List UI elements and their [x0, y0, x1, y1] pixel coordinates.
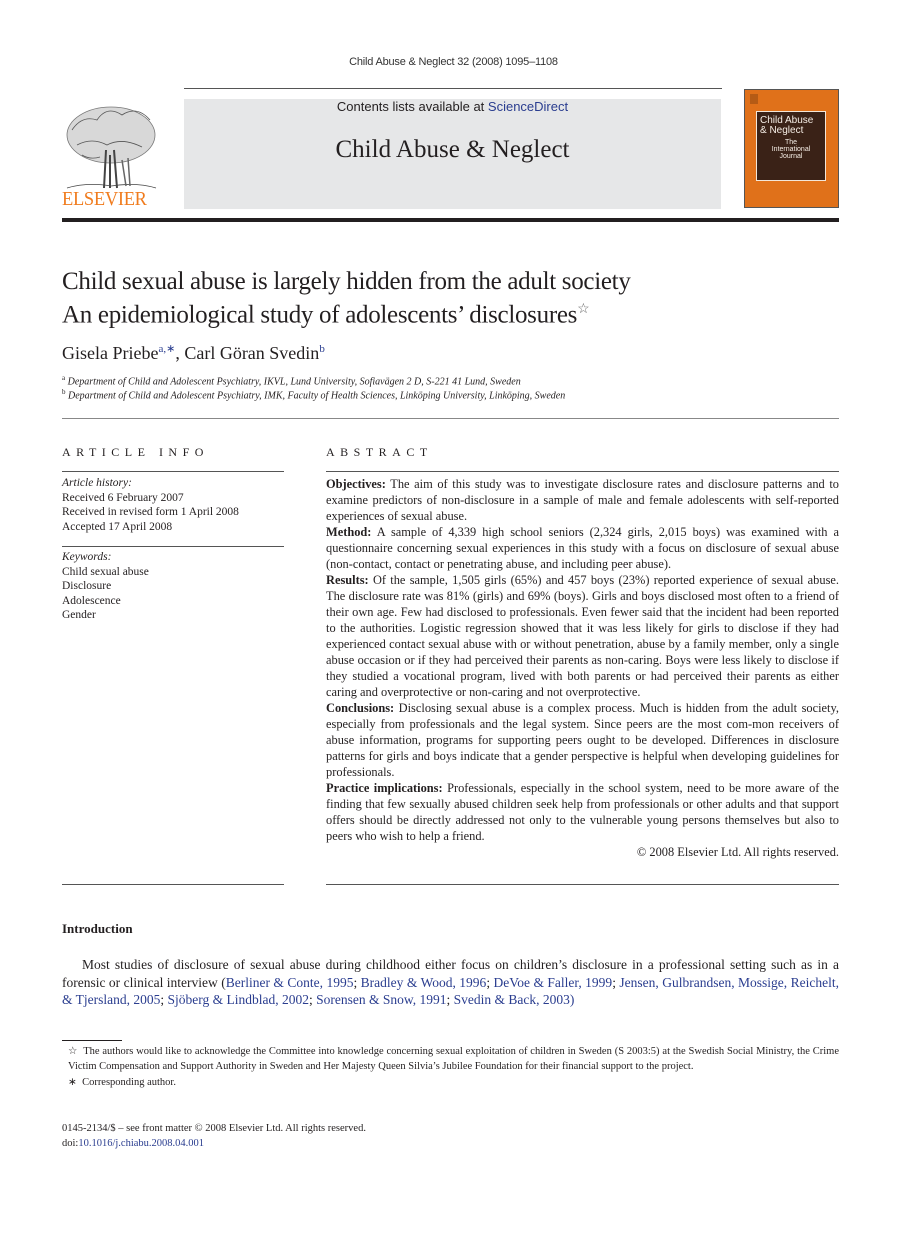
history-accepted: Accepted 17 April 2008 [62, 520, 173, 533]
abstract-method: Method: A sample of 4,339 high school se… [326, 524, 839, 572]
introduction-body: Most studies of disclosure of sexual abu… [62, 956, 839, 1009]
citation-link[interactable]: Bradley & Wood, 1996 [361, 975, 487, 990]
keyword-item: Adolescence [62, 594, 121, 607]
doi-link[interactable]: 10.1016/j.chiabu.2008.04.001 [78, 1138, 204, 1149]
affiliation-mark: b [62, 388, 66, 396]
citation-separator: ; [486, 974, 494, 990]
citation-link[interactable]: Svedin & Back, 2003 [454, 992, 570, 1007]
doi-prefix: doi: [62, 1137, 79, 1149]
abstract-section-label: Objectives: [326, 477, 386, 491]
abstract-section-text: Disclosing sexual abuse is a complex pro… [326, 701, 839, 779]
cover-subtitle-line2: International [771, 146, 811, 153]
abstract-section-label: Practice implications: [326, 781, 443, 795]
keywords-rule [62, 546, 284, 547]
article-info-rule [62, 471, 284, 472]
article-title: Child sexual abuse is largely hidden fro… [62, 268, 842, 329]
author-name[interactable]: Carl Göran Svedin [184, 343, 319, 363]
cover-title-line2: & Neglect [760, 125, 804, 136]
abstract-conclusions: Conclusions: Disclosing sexual abuse is … [326, 700, 839, 780]
imprint: 0145-2134/$ – see front matter © 2008 El… [62, 1122, 366, 1151]
keywords-label: Keywords: [62, 551, 112, 563]
footnote-text: Corresponding author. [82, 1077, 176, 1088]
abstract-bottom-rule [326, 884, 839, 885]
section-divider [62, 418, 839, 419]
title-line-1: Child sexual abuse is largely hidden fro… [62, 268, 631, 295]
contents-availability: Contents lists available at ScienceDirec… [184, 99, 721, 114]
abstract-section-text: A sample of 4,339 high school seniors (2… [326, 525, 839, 571]
abstract-rule [326, 471, 839, 472]
keywords: Keywords: Child sexual abuse Disclosure … [62, 550, 284, 623]
introduction-paragraph: Most studies of disclosure of sexual abu… [62, 956, 839, 1009]
author-list: Gisela Priebea,∗, Carl Göran Svedinb [62, 342, 325, 364]
abstract-section-label: Method: [326, 525, 372, 539]
footnote-star-icon: ☆ [68, 1046, 78, 1057]
title-footnote-star-icon[interactable]: ☆ [577, 302, 590, 317]
keyword-item: Disclosure [62, 580, 112, 592]
running-head: Child Abuse & Neglect 32 (2008) 1095–110… [349, 56, 558, 68]
author-separator: , [175, 343, 185, 363]
author-affiliation-marks[interactable]: a,∗ [158, 343, 175, 355]
abstract-results: Results: Of the sample, 1,505 girls (65%… [326, 572, 839, 700]
sciencedirect-link[interactable]: ScienceDirect [488, 99, 568, 114]
abstract-section-label: Results: [326, 573, 369, 587]
cover-logo-icon [750, 94, 758, 104]
cover-title-box: Child Abuse & Neglect The International … [756, 111, 826, 181]
footnote-acknowledgement: ☆ The authors would like to acknowledge … [62, 1045, 839, 1074]
citation-separator: ; [353, 974, 361, 990]
citation-separator: ; [446, 992, 454, 1007]
footnote-asterisk-icon: ∗ [68, 1077, 77, 1088]
history-received: Received 6 February 2007 [62, 491, 184, 504]
author-affiliation-marks[interactable]: b [319, 343, 325, 355]
imprint-issn-line: 0145-2134/$ – see front matter © 2008 El… [62, 1123, 366, 1134]
affiliation-mark: a [62, 374, 66, 382]
article-history-label: Article history: [62, 477, 132, 489]
cover-subtitle-line3: Journal [779, 153, 803, 160]
article-info-bottom-rule [62, 884, 284, 885]
abstract-section-label: Conclusions: [326, 701, 395, 715]
citation-link[interactable]: Sorensen & Snow, 1991 [316, 992, 446, 1007]
publisher-logo-text: ELSEVIER [62, 188, 147, 210]
footnote-corresponding: ∗ Corresponding author. [62, 1076, 839, 1091]
abstract-objectives: Objectives: The aim of this study was to… [326, 476, 839, 524]
contents-prefix: Contents lists available at [336, 99, 488, 114]
header-thick-rule [62, 218, 839, 222]
abstract-body: Objectives: The aim of this study was to… [326, 476, 839, 860]
abstract-section-text: The aim of this study was to investigate… [326, 477, 839, 523]
cover-subtitle-line1: The [784, 139, 798, 146]
abstract-copyright: © 2008 Elsevier Ltd. All rights reserved… [636, 845, 839, 859]
abstract-practice-implications: Practice implications: Professionals, es… [326, 780, 839, 844]
keyword-item: Child sexual abuse [62, 565, 149, 578]
header-rule [184, 88, 722, 89]
affiliation-text: Department of Child and Adolescent Psych… [67, 376, 521, 388]
history-revised: Received in revised form 1 April 2008 [62, 506, 239, 518]
article-info-heading: ARTICLE INFO [62, 445, 209, 459]
title-line-2: An epidemiological study of adolescents’… [62, 301, 578, 329]
abstract-heading: ABSTRACT [326, 445, 433, 459]
footnote-text: The authors would like to acknowledge th… [68, 1046, 840, 1072]
keyword-item: Gender [62, 609, 96, 621]
citation-close-paren: ) [569, 992, 575, 1007]
affiliation-a: a Department of Child and Adolescent Psy… [62, 374, 521, 387]
citation-link[interactable]: Berliner & Conte, 1995 [226, 975, 354, 990]
footnotes: ☆ The authors would like to acknowledge … [62, 1045, 839, 1091]
citation-link[interactable]: Sjöberg & Lindblad, 2002 [168, 992, 310, 1007]
affiliation-text: Department of Child and Adolescent Psych… [68, 390, 566, 402]
article-history: Article history: Received 6 February 200… [62, 476, 284, 534]
affiliation-b: b Department of Child and Adolescent Psy… [62, 388, 565, 401]
introduction-heading: Introduction [62, 921, 133, 936]
citation-separator: ; [160, 992, 168, 1007]
abstract-section-text: Of the sample, 1,505 girls (65%) and 457… [326, 573, 839, 699]
footnote-rule [62, 1040, 122, 1041]
author-name[interactable]: Gisela Priebe [62, 343, 158, 363]
journal-cover-thumbnail[interactable]: Child Abuse & Neglect The International … [744, 89, 839, 208]
journal-name: Child Abuse & Neglect [335, 136, 570, 163]
citation-link[interactable]: DeVoe & Faller, 1999 [494, 975, 613, 990]
